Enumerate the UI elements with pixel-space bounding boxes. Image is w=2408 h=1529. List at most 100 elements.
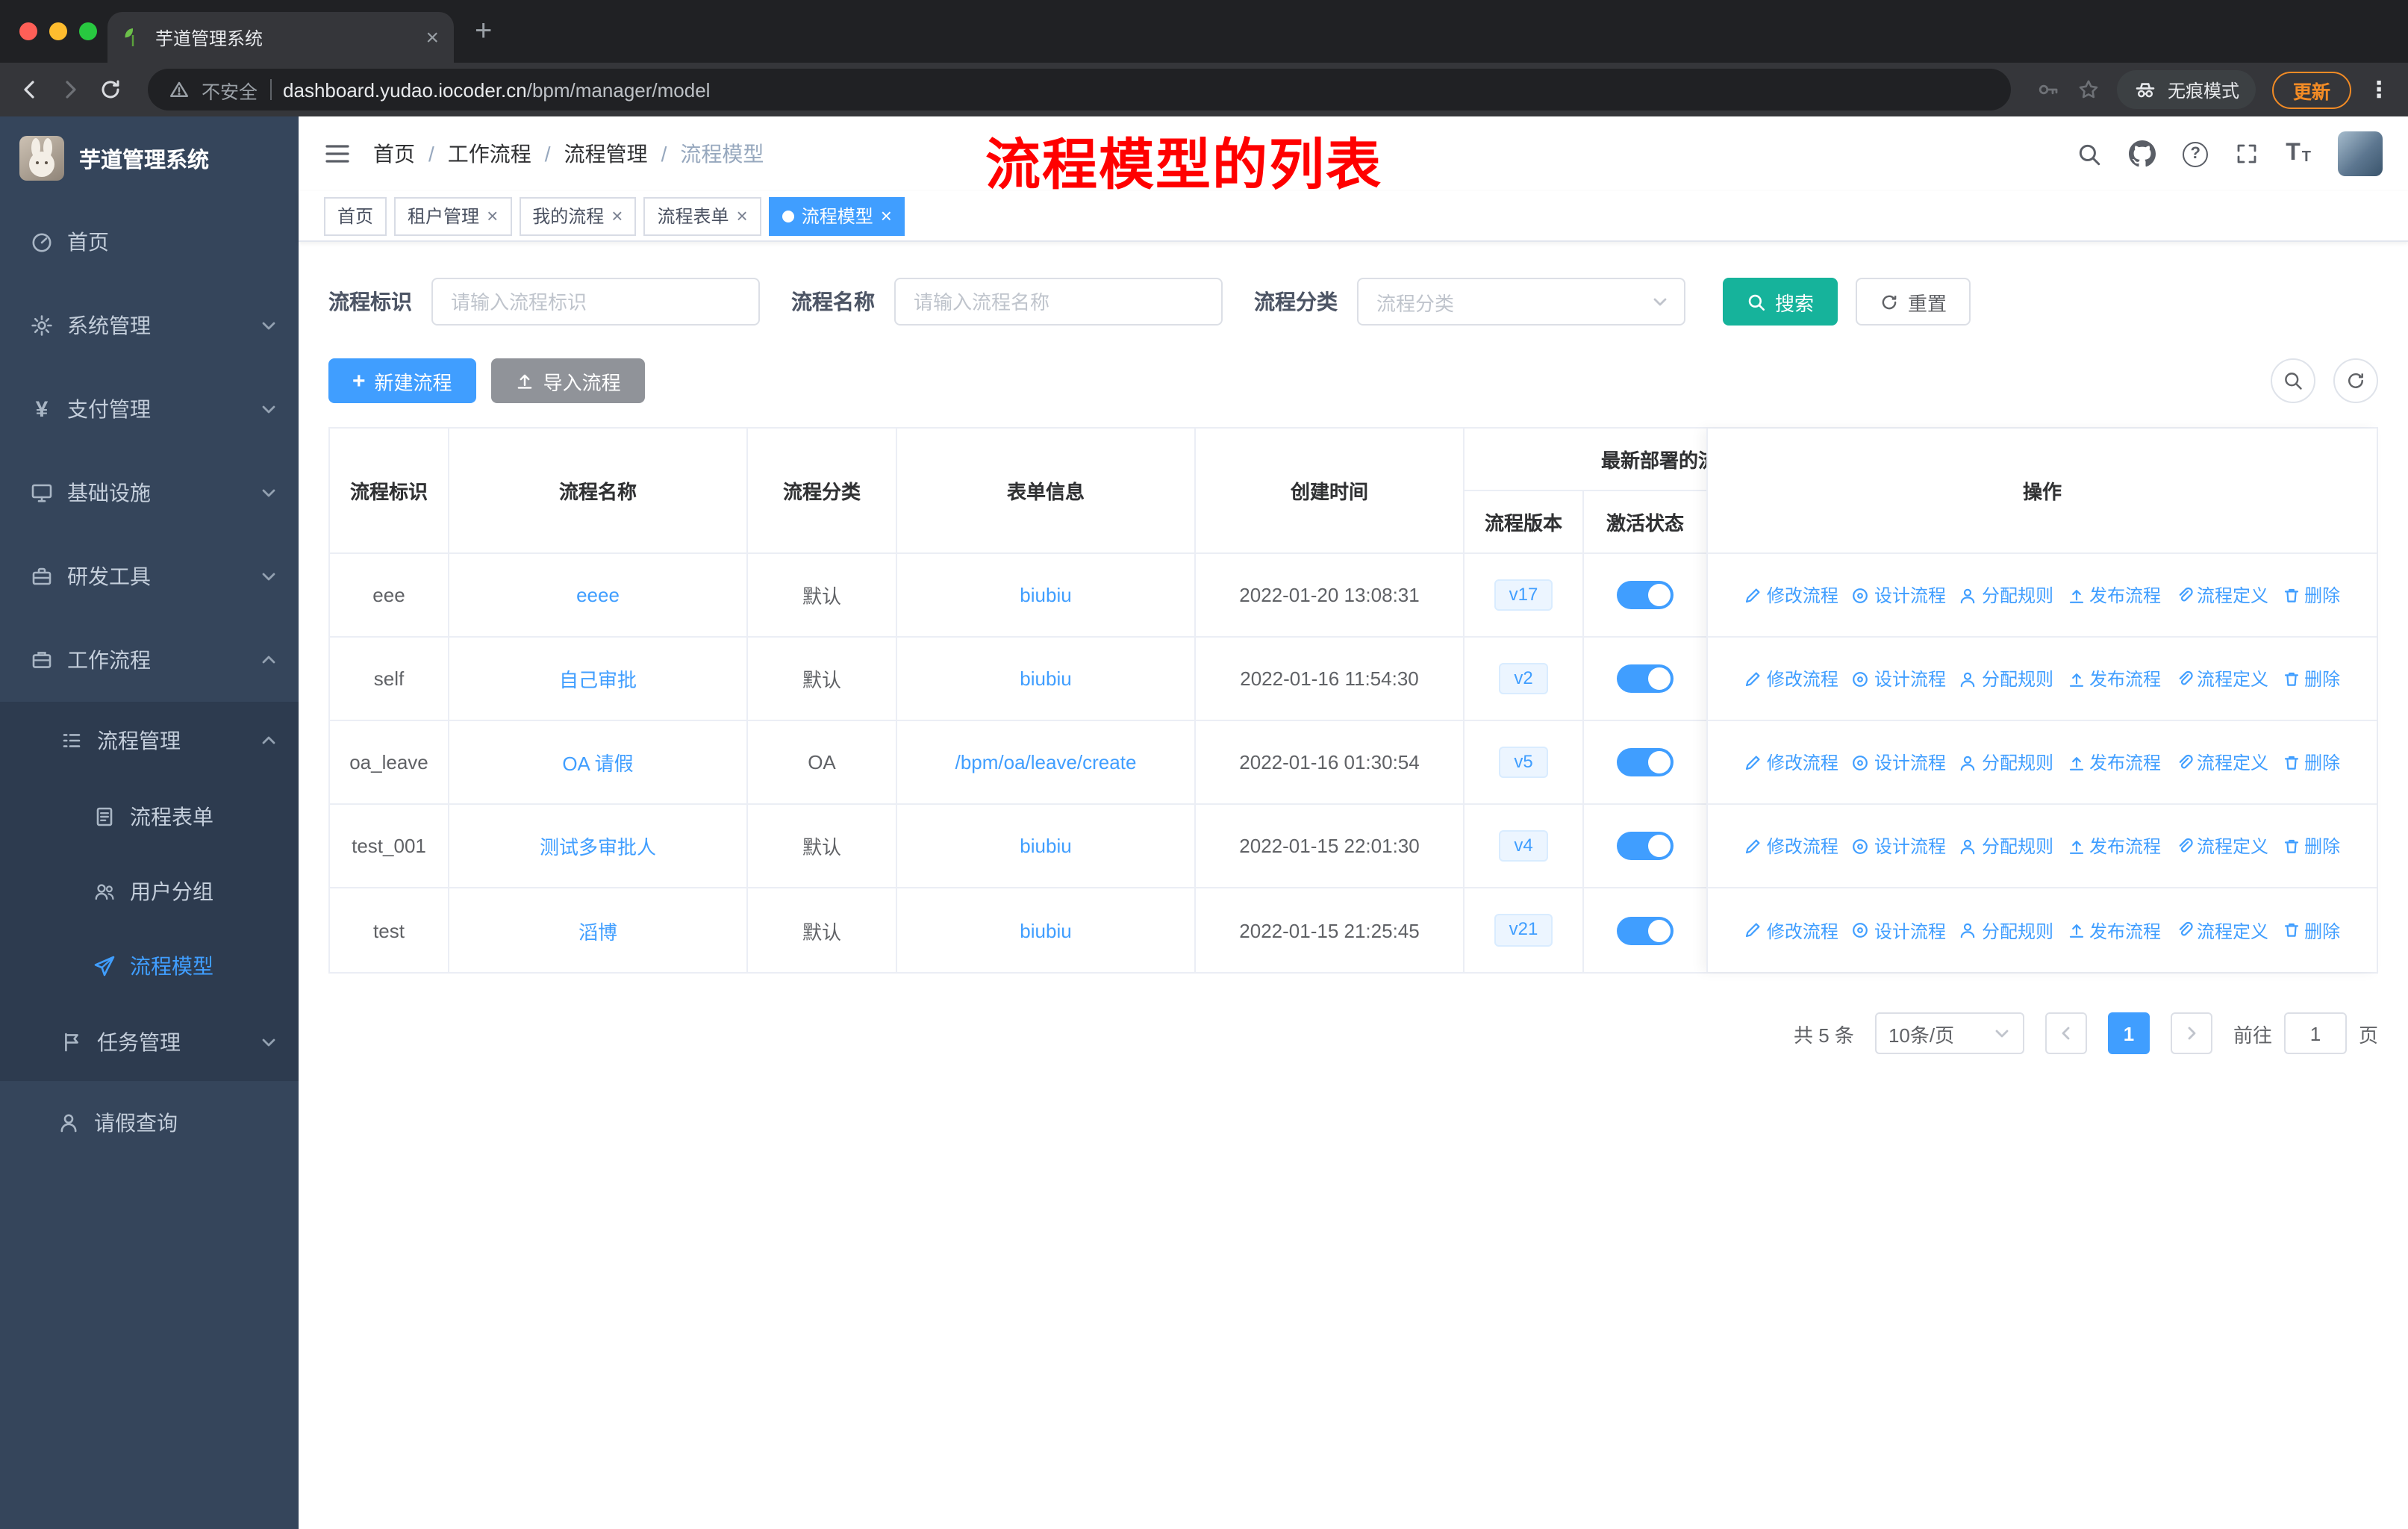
new-tab-button[interactable]: + [475, 16, 492, 46]
active-toggle[interactable] [1617, 916, 1674, 944]
browser-tab[interactable]: 芋道管理系统 × [107, 12, 454, 63]
sidebar-item-payment[interactable]: ¥ 支付管理 [0, 367, 299, 451]
process-name-link[interactable]: 自己审批 [559, 664, 637, 693]
page-size-select[interactable]: 10条/页 [1874, 1012, 2024, 1054]
form-info-link[interactable]: /bpm/oa/leave/create [955, 751, 1137, 773]
password-key-icon[interactable] [2036, 78, 2060, 102]
bookmark-star-icon[interactable] [2077, 78, 2100, 102]
sidebar-item-process-management[interactable]: 流程管理 [0, 702, 299, 779]
delete-link[interactable]: 删除 [2282, 750, 2340, 775]
form-info-link[interactable]: biubiu [1020, 667, 1071, 690]
tag-process-form[interactable]: 流程表单 × [643, 196, 761, 235]
publish-process-link[interactable]: 发布流程 [2067, 833, 2161, 859]
sidebar-item-user-group[interactable]: 用户分组 [0, 854, 299, 929]
design-process-link[interactable]: 设计流程 [1852, 833, 1946, 859]
edit-process-link[interactable]: 修改流程 [1744, 582, 1838, 608]
back-icon[interactable] [18, 78, 42, 102]
collapse-sidebar-icon[interactable] [324, 140, 351, 167]
assign-rule-link[interactable]: 分配规则 [1959, 666, 2053, 691]
active-toggle[interactable] [1617, 748, 1674, 776]
process-id-input[interactable] [431, 278, 760, 326]
process-definition-link[interactable]: 流程定义 [2174, 750, 2268, 775]
font-size-icon[interactable]: TT [2286, 141, 2311, 166]
delete-link[interactable]: 删除 [2282, 918, 2340, 943]
publish-process-link[interactable]: 发布流程 [2067, 750, 2161, 775]
assign-rule-link[interactable]: 分配规则 [1959, 833, 2053, 859]
github-icon[interactable] [2129, 140, 2156, 167]
delete-link[interactable]: 删除 [2282, 582, 2340, 608]
page-number-button[interactable]: 1 [2107, 1012, 2150, 1054]
sidebar-item-infrastructure[interactable]: 基础设施 [0, 451, 299, 535]
breadcrumb-home[interactable]: 首页 [373, 139, 415, 169]
process-definition-link[interactable]: 流程定义 [2174, 833, 2268, 859]
next-page-button[interactable] [2170, 1012, 2212, 1054]
design-process-link[interactable]: 设计流程 [1852, 666, 1946, 691]
import-process-button[interactable]: 导入流程 [490, 358, 645, 403]
process-name-link[interactable]: 测试多审批人 [540, 832, 656, 860]
forward-icon[interactable] [58, 78, 82, 102]
edit-process-link[interactable]: 修改流程 [1744, 750, 1838, 775]
breadcrumb-workflow[interactable]: 工作流程 [448, 139, 531, 169]
tag-close-icon[interactable]: × [881, 206, 892, 225]
prev-page-button[interactable] [2044, 1012, 2087, 1054]
publish-process-link[interactable]: 发布流程 [2067, 918, 2161, 943]
browser-menu-icon[interactable]: ⋮ [2368, 76, 2390, 103]
process-definition-link[interactable]: 流程定义 [2174, 666, 2268, 691]
macos-close-button[interactable] [19, 22, 37, 40]
refresh-table-button[interactable] [2333, 358, 2378, 403]
macos-zoom-button[interactable] [79, 22, 97, 40]
tag-tenant[interactable]: 租户管理 × [394, 196, 512, 235]
search-icon[interactable] [2077, 141, 2102, 166]
delete-link[interactable]: 删除 [2282, 833, 2340, 859]
tab-close-icon[interactable]: × [425, 26, 439, 49]
form-info-link[interactable]: biubiu [1020, 919, 1071, 941]
active-toggle[interactable] [1617, 664, 1674, 693]
process-name-input[interactable] [894, 278, 1223, 326]
chrome-update-button[interactable]: 更新 [2271, 71, 2351, 108]
active-toggle[interactable] [1617, 581, 1674, 609]
sidebar-item-workflow[interactable]: 工作流程 [0, 618, 299, 702]
process-name-link[interactable]: 滔博 [578, 916, 617, 944]
sidebar-item-task-management[interactable]: 任务管理 [0, 1003, 299, 1081]
sidebar-item-home[interactable]: 首页 [0, 200, 299, 284]
publish-process-link[interactable]: 发布流程 [2067, 666, 2161, 691]
reload-icon[interactable] [99, 78, 122, 102]
process-category-select[interactable]: 流程分类 [1357, 278, 1685, 326]
edit-process-link[interactable]: 修改流程 [1744, 918, 1838, 943]
sidebar-item-system[interactable]: 系统管理 [0, 284, 299, 367]
address-bar[interactable]: 不安全 dashboard.yudao.iocoder.cn/bpm/manag… [148, 69, 2011, 110]
process-name-link[interactable]: eeee [576, 584, 620, 606]
design-process-link[interactable]: 设计流程 [1852, 582, 1946, 608]
fullscreen-icon[interactable] [2235, 142, 2259, 166]
goto-page-input[interactable] [2283, 1012, 2347, 1054]
tag-close-icon[interactable]: × [737, 206, 748, 225]
active-toggle[interactable] [1617, 832, 1674, 860]
toggle-search-button[interactable] [2271, 358, 2315, 403]
tag-process-model[interactable]: 流程模型 × [768, 196, 905, 235]
sidebar-item-leave-query[interactable]: 请假查询 [0, 1081, 299, 1165]
process-definition-link[interactable]: 流程定义 [2174, 582, 2268, 608]
design-process-link[interactable]: 设计流程 [1852, 918, 1946, 943]
tag-my-process[interactable]: 我的流程 × [519, 196, 637, 235]
tag-close-icon[interactable]: × [611, 206, 623, 225]
edit-process-link[interactable]: 修改流程 [1744, 833, 1838, 859]
create-process-button[interactable]: + 新建流程 [328, 358, 476, 403]
macos-minimize-button[interactable] [49, 22, 67, 40]
form-info-link[interactable]: biubiu [1020, 584, 1071, 606]
sidebar-item-process-model[interactable]: 流程模型 [0, 929, 299, 1003]
incognito-badge[interactable]: 无痕模式 [2116, 70, 2256, 109]
user-avatar[interactable] [2338, 131, 2383, 176]
help-icon[interactable]: ? [2183, 141, 2209, 166]
search-button[interactable]: 搜索 [1723, 278, 1838, 326]
publish-process-link[interactable]: 发布流程 [2067, 582, 2161, 608]
tag-close-icon[interactable]: × [487, 206, 498, 225]
sidebar-item-dev-tools[interactable]: 研发工具 [0, 535, 299, 618]
edit-process-link[interactable]: 修改流程 [1744, 666, 1838, 691]
assign-rule-link[interactable]: 分配规则 [1959, 582, 2053, 608]
reset-button[interactable]: 重置 [1856, 278, 1971, 326]
sidebar-item-process-form[interactable]: 流程表单 [0, 779, 299, 854]
assign-rule-link[interactable]: 分配规则 [1959, 918, 2053, 943]
process-name-link[interactable]: OA 请假 [562, 748, 633, 776]
design-process-link[interactable]: 设计流程 [1852, 750, 1946, 775]
process-definition-link[interactable]: 流程定义 [2174, 918, 2268, 943]
